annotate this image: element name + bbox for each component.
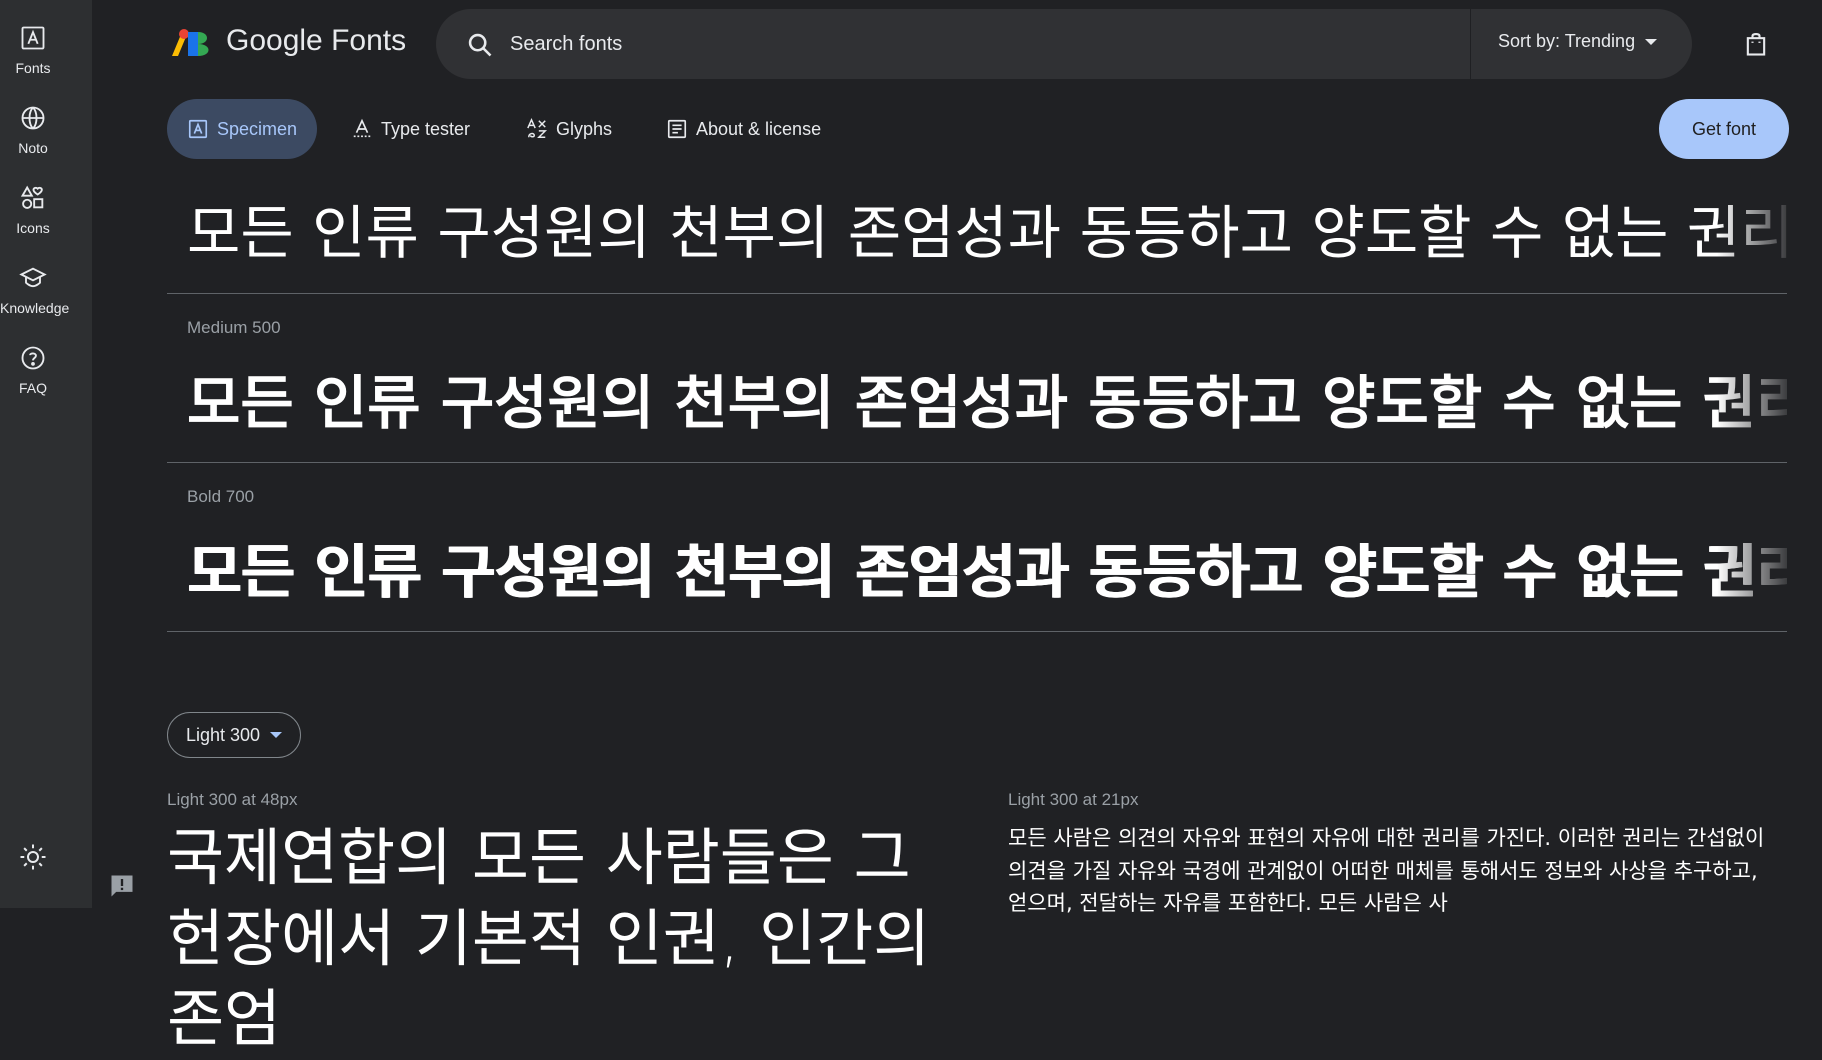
nav-item-fonts[interactable]: Fonts [0,24,66,76]
tab-label: About & license [696,118,822,139]
search-bar: Sort by: Trending [436,9,1692,79]
nav-item-faq[interactable]: FAQ [0,344,66,396]
type-tester-icon [353,118,371,138]
top-header: Google Fonts Sort by: Trending [92,0,1822,90]
theme-toggle-icon[interactable] [18,842,48,872]
nav-item-label: Knowledge [0,300,70,316]
weight-select-value: Light 300 [186,724,261,745]
nav-item-label: Noto [18,140,48,156]
feedback-icon[interactable] [108,872,136,900]
specimen-tabs: Specimen Type tester Glyphs About & lice… [167,99,1789,159]
paragraph-small-text[interactable]: 모든 사람은 의견의 자유와 표현의 자유에 대한 권리를 가진다. 이러한 권… [1008,822,1768,920]
weight-select[interactable]: Light 300 [167,712,302,758]
tab-glyphs[interactable]: Glyphs [506,99,632,159]
style-row: Medium 500 모든 인류 구성원의 천부의 존엄성과 동등하고 양도할 … [167,294,1787,463]
style-sample-text[interactable]: 모든 인류 구성원의 천부의 존엄성과 동등하고 양도할 수 없는 권리를 [187,186,1787,270]
paragraph-small-label: Light 300 at 21px [1008,790,1139,809]
paragraph-large-text[interactable]: 국제연합의 모든 사람들은 그 헌장에서 기본적 인권, 인간의 존엄 [167,818,967,1060]
globe-icon [21,106,45,130]
shopping-bag-icon[interactable] [1742,30,1770,58]
style-weight-label: Medium 500 [187,318,281,337]
tab-label: Specimen [217,118,298,139]
get-font-button[interactable]: Get font [1659,99,1789,159]
shapes-icon [20,185,44,209]
search-input[interactable] [510,27,1440,61]
brand-title[interactable]: Google Fonts [226,24,406,58]
chevron-down-icon [270,732,283,738]
sort-label: Sort by: Trending [1498,31,1636,51]
style-row: Bold 700 모든 인류 구성원의 천부의 존엄성과 동등하고 양도할 수 … [167,463,1787,632]
nav-item-icons[interactable]: Icons [0,184,66,236]
google-fonts-logo[interactable] [170,28,212,60]
nav-item-label: Icons [16,220,50,236]
tab-about-license[interactable]: About & license [646,99,841,159]
font-a-icon [21,26,45,50]
nav-item-label: FAQ [18,380,47,396]
document-icon [667,119,687,139]
font-a-icon [188,119,208,139]
chevron-down-icon [1645,39,1658,46]
search-divider [1470,9,1471,79]
tab-label: Glyphs [556,118,613,139]
sort-dropdown[interactable]: Sort by: Trending [1498,31,1658,52]
paragraph-large-label: Light 300 at 48px [167,790,298,809]
style-sample-text[interactable]: 모든 인류 구성원의 천부의 존엄성과 동등하고 양도할 수 없는 권리를 [187,525,1787,609]
tab-specimen[interactable]: Specimen [167,99,318,159]
glyphs-icon [527,118,548,138]
tab-type-tester[interactable]: Type tester [331,99,490,159]
nav-item-knowledge[interactable]: Knowledge [0,264,70,316]
graduation-cap-icon [19,267,47,288]
style-sample-text[interactable]: 모든 인류 구성원의 천부의 존엄성과 동등하고 양도할 수 없는 권리를 [187,356,1787,440]
help-circle-icon [21,346,45,370]
search-icon[interactable] [466,31,494,59]
nav-item-label: Fonts [15,60,51,76]
style-row: 모든 인류 구성원의 천부의 존엄성과 동등하고 양도할 수 없는 권리를 [167,160,1787,294]
tab-label: Type tester [381,118,471,139]
style-weight-label: Bold 700 [187,487,255,506]
navigation-rail: Fonts Noto Icons Knowledge FAQ [0,0,92,908]
nav-item-noto[interactable]: Noto [0,104,66,156]
